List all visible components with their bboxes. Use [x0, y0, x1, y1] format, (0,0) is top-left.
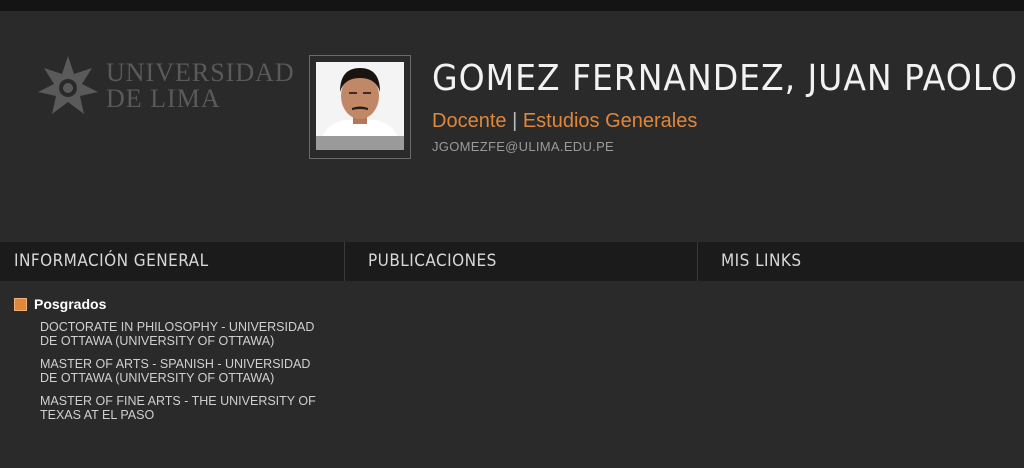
degree-item: MASTER OF ARTS - SPANISH - UNIVERSIDAD D… — [40, 357, 311, 385]
profile-department[interactable]: Estudios Generales — [523, 110, 698, 132]
profile-photo — [316, 62, 404, 150]
posgrados-section: Posgrados DOCTORATE IN PHILOSOPHY - UNIV… — [14, 296, 344, 422]
top-bar — [0, 0, 1024, 11]
tab-divider — [697, 242, 698, 281]
profile-email[interactable]: JGOMEZFE@ULIMA.EDU.PE — [432, 139, 614, 154]
university-logo[interactable]: UNIVERSIDAD DE LIMA — [36, 54, 296, 120]
university-star-logo-icon — [38, 56, 98, 114]
logo-text-line2: DE LIMA — [106, 84, 221, 113]
posgrados-header: Posgrados — [14, 296, 344, 312]
tab-informacion-general[interactable]: INFORMACIÓN GENERAL — [14, 242, 209, 281]
tab-publicaciones[interactable]: PUBLICACIONES — [368, 242, 497, 281]
profile-role[interactable]: Docente — [432, 110, 507, 132]
tab-divider — [344, 242, 345, 281]
profile-role-line: Docente | Estudios Generales — [432, 110, 697, 133]
degree-item: MASTER OF FINE ARTS - THE UNIVERSITY OF … — [40, 394, 316, 422]
role-separator: | — [512, 110, 518, 132]
degree-item: DOCTORATE IN PHILOSOPHY - UNIVERSIDAD DE… — [40, 320, 315, 348]
profile-photo-frame — [309, 55, 411, 159]
tab-mis-links[interactable]: MIS LINKS — [721, 242, 802, 281]
tab-bar: INFORMACIÓN GENERAL PUBLICACIONES MIS LI… — [0, 242, 1024, 281]
square-bullet-icon — [14, 297, 27, 311]
posgrados-title: Posgrados — [34, 296, 107, 312]
profile-name: GOMEZ FERNANDEZ, JUAN PAOLO — [432, 58, 1018, 99]
